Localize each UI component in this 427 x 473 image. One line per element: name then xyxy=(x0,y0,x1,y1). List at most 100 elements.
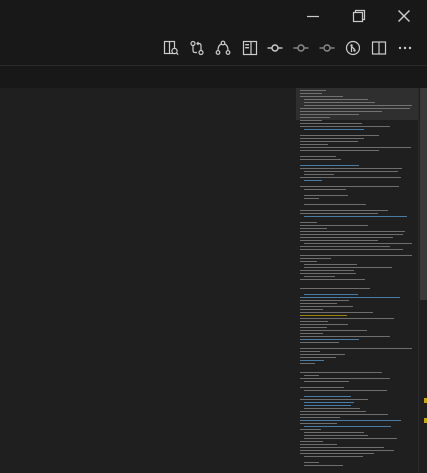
more-actions-button[interactable] xyxy=(395,38,415,58)
minimap-line xyxy=(300,117,330,118)
minimap-line xyxy=(300,234,403,235)
minimap-line xyxy=(300,147,411,148)
split-editor-icon xyxy=(371,41,387,55)
minimap-line xyxy=(300,324,348,325)
minimap-line xyxy=(300,288,370,289)
minimap-line xyxy=(300,423,337,424)
timeline-button[interactable] xyxy=(265,38,285,58)
toggle-blame-icon xyxy=(242,40,258,56)
minimap-line xyxy=(300,327,327,328)
minimap-line xyxy=(304,435,368,436)
minimap-line xyxy=(300,114,359,115)
minimap-line xyxy=(300,309,323,310)
minimap-line xyxy=(300,222,317,223)
minimap-line xyxy=(300,231,405,232)
close-button[interactable] xyxy=(381,0,427,31)
minimap-line xyxy=(300,186,399,187)
minimap-line xyxy=(300,363,315,364)
minimap-line xyxy=(300,213,378,214)
minimap-line xyxy=(300,225,368,226)
minimap-line xyxy=(300,126,390,127)
scrollbar-thumb[interactable] xyxy=(420,88,427,300)
open-preview-to-side-icon xyxy=(163,40,179,56)
minimap[interactable] xyxy=(296,88,418,473)
title-bar xyxy=(0,0,427,31)
minimap-line xyxy=(300,441,323,442)
minimap-line xyxy=(300,108,410,109)
restore-icon xyxy=(352,9,366,22)
minimap-line xyxy=(300,321,328,322)
minimap-line xyxy=(304,180,322,181)
minimap-line xyxy=(304,405,351,406)
editor-actions-toolbar xyxy=(0,31,427,66)
minimap-line xyxy=(300,156,336,157)
restore-button[interactable] xyxy=(336,0,382,31)
minimap-line xyxy=(300,420,401,421)
minimap-line xyxy=(300,210,388,211)
minimap-line xyxy=(304,129,364,130)
minimap-line xyxy=(304,402,354,403)
minimap-line xyxy=(300,312,373,313)
minimap-line xyxy=(304,294,358,295)
vertical-scrollbar[interactable] xyxy=(418,88,427,473)
minimap-line xyxy=(300,258,331,259)
minimap-line xyxy=(304,432,364,433)
minimap-line xyxy=(304,102,375,103)
minimap-line xyxy=(304,105,412,106)
minimap-line xyxy=(304,216,407,217)
minimap-line xyxy=(304,408,360,409)
minimap-line xyxy=(300,360,324,361)
minimize-button[interactable] xyxy=(290,0,336,31)
git-graph-icon xyxy=(215,40,231,55)
previous-change-icon xyxy=(293,44,309,52)
minimap-line xyxy=(300,249,403,250)
minimap-line xyxy=(300,159,341,160)
minimap-line xyxy=(300,237,393,238)
compare-changes-button[interactable] xyxy=(187,38,207,58)
minimap-line xyxy=(300,90,326,91)
gitlens-inspect-icon xyxy=(345,40,361,56)
git-graph-button[interactable] xyxy=(213,38,233,58)
more-actions-icon xyxy=(398,46,412,50)
toggle-blame-button[interactable] xyxy=(240,38,260,58)
minimap-line xyxy=(304,381,349,382)
minimap-line xyxy=(300,138,364,139)
minimap-line xyxy=(300,429,321,430)
minimap-line xyxy=(300,93,322,94)
minimap-line xyxy=(300,246,390,247)
minimap-line xyxy=(300,453,374,454)
next-change-button[interactable] xyxy=(317,38,337,58)
minimap-line xyxy=(300,120,322,121)
minimap-line xyxy=(304,438,397,439)
minimap-line xyxy=(300,240,378,241)
previous-change-button[interactable] xyxy=(291,38,311,58)
minimap-line xyxy=(300,399,368,400)
minimap-line xyxy=(300,177,401,178)
split-editor-button[interactable] xyxy=(369,38,389,58)
minimap-line xyxy=(300,450,394,451)
minimap-line xyxy=(300,273,356,274)
editor-area[interactable] xyxy=(0,88,296,473)
minimap-line xyxy=(300,342,339,343)
minimap-line xyxy=(300,168,402,169)
minimap-line xyxy=(304,465,343,466)
minimap-line xyxy=(304,456,363,457)
minimap-line xyxy=(300,348,412,349)
next-change-icon xyxy=(319,44,335,52)
minimap-line xyxy=(300,96,343,97)
minimap-line xyxy=(300,387,344,388)
breadcrumb-bar xyxy=(0,66,427,88)
minimap-line xyxy=(300,303,337,304)
minimap-line xyxy=(304,276,335,277)
minimap-line xyxy=(304,99,368,100)
close-icon xyxy=(398,9,410,22)
minimap-line xyxy=(300,315,347,316)
minimap-line xyxy=(300,447,384,448)
open-preview-button[interactable] xyxy=(161,38,181,58)
minimap-line xyxy=(300,414,388,415)
minimap-line xyxy=(300,417,340,418)
minimap-line xyxy=(304,264,357,265)
minimap-line xyxy=(304,198,319,199)
minimize-icon xyxy=(307,15,319,17)
gitlens-inspect-button[interactable] xyxy=(343,38,363,58)
